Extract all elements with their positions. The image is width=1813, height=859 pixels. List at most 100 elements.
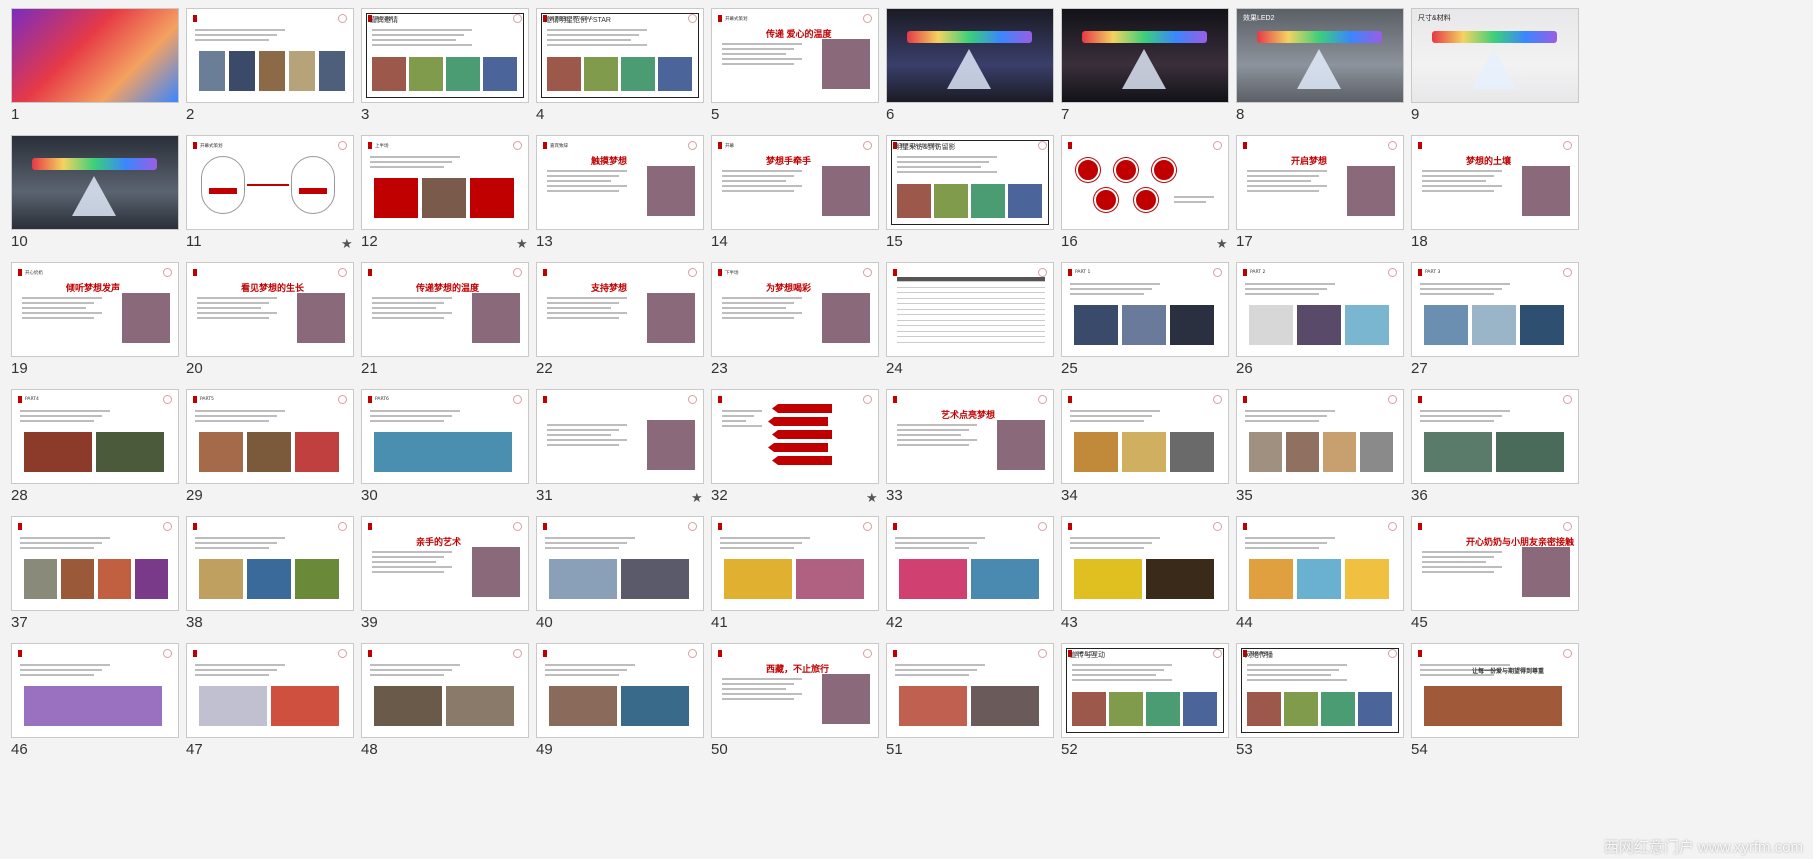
slide-preview[interactable]: 尺寸&材料 xyxy=(1411,8,1579,103)
slide-preview[interactable] xyxy=(711,389,879,484)
slide-thumbnail[interactable]: 下半场 为梦想喝彩 23 xyxy=(700,254,904,398)
slide-preview[interactable]: 网络传播 网络传播 xyxy=(1236,643,1404,738)
slide-preview[interactable]: 开幕式策划 xyxy=(186,135,354,230)
slide-thumbnail[interactable]: 西藏，不止旅行 50 xyxy=(700,635,904,779)
slide-thumbnail[interactable]: PART 3 27 xyxy=(1400,254,1604,398)
slide-preview[interactable]: PART5 xyxy=(186,389,354,484)
slide-thumbnail[interactable]: 36 xyxy=(1400,381,1604,525)
slide-thumbnail[interactable]: 43 xyxy=(1050,508,1254,652)
slide-preview[interactable]: 开启梦想 xyxy=(1236,135,1404,230)
slide-thumbnail[interactable]: 32 ★ xyxy=(700,381,904,525)
slide-preview[interactable] xyxy=(186,8,354,103)
slide-thumbnail[interactable]: 效果LED2 8 xyxy=(1225,0,1429,144)
slide-preview[interactable]: 开幕 梦想手牵手 xyxy=(711,135,879,230)
slide-thumbnail[interactable]: PART4 28 xyxy=(0,381,204,525)
slide-thumbnail[interactable]: 42 xyxy=(875,508,1079,652)
slide-preview[interactable]: PART6 xyxy=(361,389,529,484)
slide-thumbnail[interactable]: 51 xyxy=(875,635,1079,779)
slide-preview[interactable]: PART 3 xyxy=(1411,262,1579,357)
slide-preview[interactable]: 看见梦想的生长 xyxy=(186,262,354,357)
slide-thumbnail[interactable]: 34 xyxy=(1050,381,1254,525)
slide-thumbnail[interactable]: 2 xyxy=(175,0,379,144)
slide-preview[interactable] xyxy=(886,262,1054,357)
slide-thumbnail[interactable]: PART 2 26 xyxy=(1225,254,1429,398)
slide-preview[interactable]: 开心奶奶与小朋友亲密接触 xyxy=(1411,516,1579,611)
slide-thumbnail[interactable]: 38 xyxy=(175,508,379,652)
slide-thumbnail[interactable]: 开幕 梦想手牵手 14 xyxy=(700,127,904,271)
slide-preview[interactable] xyxy=(1411,389,1579,484)
slide-thumbnail[interactable]: 亲手的艺术 39 xyxy=(350,508,554,652)
slide-thumbnail[interactable]: 40 xyxy=(525,508,729,652)
slide-preview[interactable] xyxy=(1236,516,1404,611)
slide-preview[interactable] xyxy=(536,389,704,484)
slide-thumbnail[interactable]: PART6 30 xyxy=(350,381,554,525)
slide-preview[interactable] xyxy=(11,135,179,230)
slide-thumbnail[interactable]: 支持梦想 22 xyxy=(525,254,729,398)
slide-thumbnail[interactable]: 嘉宾致辞 触摸梦想 13 xyxy=(525,127,729,271)
slide-preview[interactable]: 传递梦想的温度 xyxy=(361,262,529,357)
slide-thumbnail[interactable]: 艺术点亮梦想 33 xyxy=(875,381,1079,525)
slide-preview[interactable]: 宣传与互动 宣传与互动 xyxy=(1061,643,1229,738)
slide-preview[interactable]: 开幕式策划 传递 爱心的温度 xyxy=(711,8,879,103)
slide-preview[interactable]: PART 1 xyxy=(1061,262,1229,357)
slide-preview[interactable] xyxy=(11,516,179,611)
slide-thumbnail[interactable]: 嘉宾邀请 嘉宾邀请 3 xyxy=(350,0,554,144)
slide-preview[interactable] xyxy=(186,516,354,611)
slide-thumbnail[interactable]: 41 xyxy=(700,508,904,652)
slide-preview[interactable] xyxy=(11,643,179,738)
slide-thumbnail[interactable]: 49 xyxy=(525,635,729,779)
slide-preview[interactable] xyxy=(886,643,1054,738)
slide-preview[interactable] xyxy=(186,643,354,738)
slide-preview[interactable]: 西藏，不止旅行 xyxy=(711,643,879,738)
slide-preview[interactable]: 明星采访&到访留影 明星采访&到访留影 xyxy=(886,135,1054,230)
slide-thumbnail[interactable]: PART5 29 xyxy=(175,381,379,525)
slide-thumbnail[interactable]: 44 xyxy=(1225,508,1429,652)
slide-preview[interactable] xyxy=(886,8,1054,103)
slide-thumbnail[interactable]: 尺寸&材料 9 xyxy=(1400,0,1604,144)
slide-thumbnail[interactable]: PART 1 25 xyxy=(1050,254,1254,398)
slide-preview[interactable]: 开心奶奶 倾听梦想发声 xyxy=(11,262,179,357)
slide-thumbnail[interactable]: 让每一份爱与期望得到尊重 54 xyxy=(1400,635,1604,779)
slide-preview[interactable] xyxy=(886,516,1054,611)
slide-preview[interactable]: 效果LED2 xyxy=(1236,8,1404,103)
slide-preview[interactable] xyxy=(11,8,179,103)
slide-thumbnail[interactable]: 10 xyxy=(0,127,204,271)
slide-preview[interactable]: 支持梦想 xyxy=(536,262,704,357)
slide-thumbnail[interactable]: 16 ★ xyxy=(1050,127,1254,271)
slide-thumbnail[interactable]: 24 xyxy=(875,254,1079,398)
slide-preview[interactable] xyxy=(536,516,704,611)
slide-thumbnail[interactable]: 6 xyxy=(875,0,1079,144)
slide-thumbnail[interactable]: 看见梦想的生长 20 xyxy=(175,254,379,398)
slide-thumbnail[interactable]: 开幕式策划 传递 爱心的温度 5 xyxy=(700,0,904,144)
slide-thumbnail[interactable]: 开启梦想 17 xyxy=(1225,127,1429,271)
slide-preview[interactable]: 梦想的土壤 xyxy=(1411,135,1579,230)
slide-thumbnail[interactable]: 上半场 12 ★ xyxy=(350,127,554,271)
slide-thumbnail[interactable]: 47 xyxy=(175,635,379,779)
slide-preview[interactable]: 亲手的艺术 xyxy=(361,516,529,611)
slide-thumbnail[interactable]: 邀请明星范例 / STAR 邀请明星范例 / STAR 4 xyxy=(525,0,729,144)
slide-preview[interactable]: 嘉宾致辞 触摸梦想 xyxy=(536,135,704,230)
slide-preview[interactable] xyxy=(1061,516,1229,611)
slide-preview[interactable] xyxy=(1236,389,1404,484)
slide-thumbnail[interactable]: 7 xyxy=(1050,0,1254,144)
slide-thumbnail[interactable]: 明星采访&到访留影 明星采访&到访留影 15 xyxy=(875,127,1079,271)
slide-thumbnail[interactable]: 开心奶奶与小朋友亲密接触 45 xyxy=(1400,508,1604,652)
slide-thumbnail[interactable]: 宣传与互动 宣传与互动 52 xyxy=(1050,635,1254,779)
slide-thumbnail[interactable]: 48 xyxy=(350,635,554,779)
slide-thumbnail[interactable]: 开心奶奶 倾听梦想发声 19 xyxy=(0,254,204,398)
slide-preview[interactable]: 邀请明星范例 / STAR 邀请明星范例 / STAR xyxy=(536,8,704,103)
slide-preview[interactable] xyxy=(361,643,529,738)
slide-preview[interactable]: 下半场 为梦想喝彩 xyxy=(711,262,879,357)
slide-preview[interactable] xyxy=(1061,8,1229,103)
slide-thumbnail[interactable]: 31 ★ xyxy=(525,381,729,525)
slide-thumbnail[interactable]: 1 xyxy=(0,0,204,144)
slide-thumbnail[interactable]: 网络传播 网络传播 53 xyxy=(1225,635,1429,779)
slide-preview[interactable]: 嘉宾邀请 嘉宾邀请 xyxy=(361,8,529,103)
slide-preview[interactable]: 让每一份爱与期望得到尊重 xyxy=(1411,643,1579,738)
slide-preview[interactable] xyxy=(536,643,704,738)
slide-thumbnail[interactable]: 37 xyxy=(0,508,204,652)
slide-preview[interactable] xyxy=(1061,389,1229,484)
slide-preview[interactable] xyxy=(1061,135,1229,230)
slide-thumbnail[interactable]: 传递梦想的温度 21 xyxy=(350,254,554,398)
slide-preview[interactable]: 艺术点亮梦想 xyxy=(886,389,1054,484)
